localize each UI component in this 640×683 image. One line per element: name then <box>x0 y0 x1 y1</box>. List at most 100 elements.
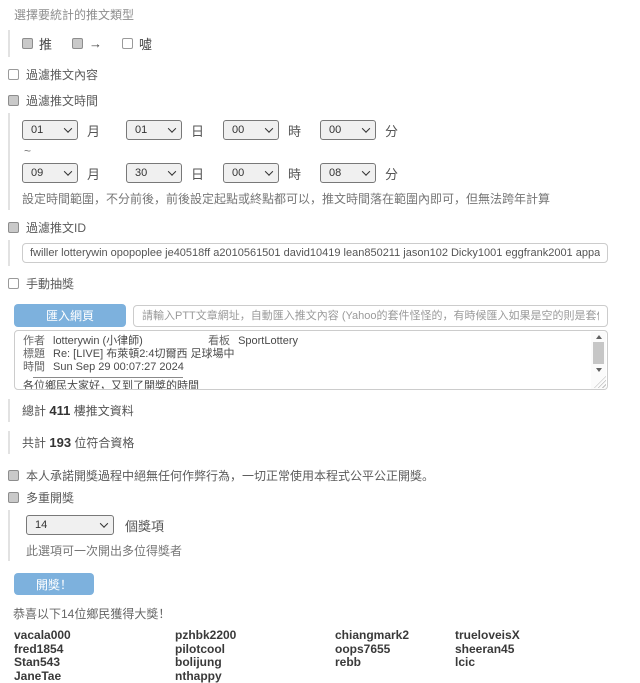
minute-unit-label: 分 <box>385 164 398 183</box>
article-time: Sun Sep 29 00:07:27 2024 <box>53 361 184 373</box>
minute-unit-label: 分 <box>385 121 398 140</box>
winners-column-3: chiangmark2 oops7655 rebb <box>335 629 455 683</box>
to-hour-select[interactable]: 00 <box>223 163 279 183</box>
article-title: Re: [LIVE] 布萊頓2:4切爾西 足球場中 <box>53 348 235 360</box>
time-filter-checkbox[interactable] <box>8 95 19 106</box>
chevron-down-icon <box>168 124 176 132</box>
content-filter-row: 過濾推文內容 <box>8 66 640 83</box>
article-line-author-board: 作者lotterywin (小律師) 看板SportLottery <box>23 335 585 348</box>
total-stat: 總計 411 樓推文資料 <box>8 399 640 422</box>
winner-name: Stan543 <box>14 656 175 670</box>
winner-name: pzhbk2200 <box>175 629 335 643</box>
article-textarea[interactable]: 作者lotterywin (小律師) 看板SportLottery 標題Re: … <box>14 330 608 390</box>
month-unit-label: 月 <box>87 164 100 183</box>
article-author: lotterywin (小律師) <box>53 335 143 347</box>
import-page-button[interactable]: 匯入網頁 <box>14 304 126 327</box>
chevron-down-icon <box>265 124 273 132</box>
total-count: 411 <box>49 403 70 418</box>
push-type-filter: 推 → 噓 <box>8 30 640 57</box>
to-month-select[interactable]: 09 <box>22 163 78 183</box>
pledge-checkbox[interactable] <box>8 470 19 481</box>
id-filter-input[interactable] <box>22 243 608 263</box>
content-filter-checkbox[interactable] <box>8 69 19 80</box>
scroll-down-icon[interactable] <box>596 368 602 372</box>
from-day-select[interactable]: 01 <box>126 120 182 140</box>
type-option-boo[interactable]: 噓 <box>122 34 152 53</box>
page-title: 選擇要統計的推文類型 <box>14 6 640 23</box>
day-unit-label: 日 <box>191 121 204 140</box>
manual-checkbox[interactable] <box>8 278 19 289</box>
content-filter-label: 過濾推文內容 <box>26 66 98 83</box>
arrow-checkbox[interactable] <box>72 38 83 49</box>
chevron-down-icon <box>362 167 370 175</box>
time-range-hint: 設定時間範圍，不分前後，前後設定起點或終點都可以，推文時間落在範圍內即可，但無法… <box>22 190 640 207</box>
time-range-block: 01 月 01 日 00 時 00 分 ~ 09 月 30 日 00 時 <box>8 113 640 210</box>
from-minute-select[interactable]: 00 <box>320 120 376 140</box>
type-option-arrow[interactable]: → <box>72 36 102 51</box>
qualified-stat: 共計 193 位符合資格 <box>8 431 640 454</box>
push-checkbox[interactable] <box>22 38 33 49</box>
type-option-push[interactable]: 推 <box>22 34 52 53</box>
chevron-down-icon <box>100 519 108 527</box>
article-line-title: 標題Re: [LIVE] 布萊頓2:4切爾西 足球場中 <box>23 348 585 361</box>
time-filter-label: 過濾推文時間 <box>26 92 98 109</box>
multi-draw-label: 多重開獎 <box>26 489 74 506</box>
winner-name: nthappy <box>175 670 335 683</box>
from-hour-select[interactable]: 00 <box>223 120 279 140</box>
import-row: 匯入網頁 <box>14 304 640 327</box>
pledge-label: 本人承諾開獎過程中絕無任何作弊行為，一切正常使用本程式公平公正開獎。 <box>26 467 434 484</box>
article-board: SportLottery <box>238 335 298 347</box>
id-filter-block <box>8 240 640 266</box>
boo-checkbox[interactable] <box>122 38 133 49</box>
hour-unit-label: 時 <box>288 121 301 140</box>
to-day-select[interactable]: 30 <box>126 163 182 183</box>
article-separator <box>33 377 183 378</box>
multi-draw-checkbox[interactable] <box>8 492 19 503</box>
author-label: 作者 <box>23 335 45 347</box>
multi-draw-row: 多重開獎 <box>8 489 640 506</box>
qualified-count: 193 <box>49 435 71 450</box>
time-label: 時間 <box>23 361 45 373</box>
chevron-down-icon <box>64 124 72 132</box>
scrollbar-thumb[interactable] <box>593 342 604 364</box>
winner-name: lcic <box>455 656 640 670</box>
winner-name: rebb <box>335 656 455 670</box>
day-unit-label: 日 <box>191 164 204 183</box>
push-label: 推 <box>39 34 52 53</box>
time-filter-row: 過濾推文時間 <box>8 92 640 109</box>
winners-grid: vacala000 fred1854 Stan543 JaneTae pzhbk… <box>14 629 640 683</box>
winner-name: JaneTae <box>14 670 175 683</box>
winner-name: pilotcool <box>175 643 335 657</box>
winner-name: bolijung <box>175 656 335 670</box>
id-filter-checkbox[interactable] <box>8 222 19 233</box>
from-month-select[interactable]: 01 <box>22 120 78 140</box>
article-line-time: 時間 Sun Sep 29 00:07:27 2024 <box>23 361 585 374</box>
arrow-label: → <box>89 36 102 51</box>
hour-unit-label: 時 <box>288 164 301 183</box>
time-to-row: 09 月 30 日 00 時 08 分 <box>22 163 640 183</box>
manual-label: 手動抽獎 <box>26 275 74 292</box>
winners-column-4: trueloveisX sheeran45 lcic <box>455 629 640 683</box>
article-url-input[interactable] <box>133 305 608 327</box>
chevron-down-icon <box>265 167 273 175</box>
boo-label: 噓 <box>139 34 152 53</box>
winners-column-1: vacala000 fred1854 Stan543 JaneTae <box>14 629 175 683</box>
id-filter-label: 過濾推文ID <box>26 219 86 236</box>
winners-column-2: pzhbk2200 pilotcool bolijung nthappy <box>175 629 335 683</box>
winner-name: trueloveisX <box>455 629 640 643</box>
month-unit-label: 月 <box>87 121 100 140</box>
scroll-up-icon[interactable] <box>596 335 602 339</box>
to-minute-select[interactable]: 08 <box>320 163 376 183</box>
draw-button[interactable]: 開獎！ <box>14 573 94 595</box>
winner-name: fred1854 <box>14 643 175 657</box>
winner-name: oops7655 <box>335 643 455 657</box>
results-heading: 恭喜以下14位鄉民獲得大獎！ <box>13 605 640 622</box>
multi-draw-hint: 此選項可一次開出多位得獎者 <box>26 542 640 559</box>
chevron-down-icon <box>362 124 370 132</box>
manual-row: 手動抽獎 <box>8 275 640 292</box>
chevron-down-icon <box>64 167 72 175</box>
prize-count-select[interactable]: 14 <box>26 515 114 535</box>
prize-count-unit: 個獎項 <box>125 516 164 535</box>
winner-name: chiangmark2 <box>335 629 455 643</box>
pledge-row: 本人承諾開獎過程中絕無任何作弊行為，一切正常使用本程式公平公正開獎。 <box>8 467 640 484</box>
